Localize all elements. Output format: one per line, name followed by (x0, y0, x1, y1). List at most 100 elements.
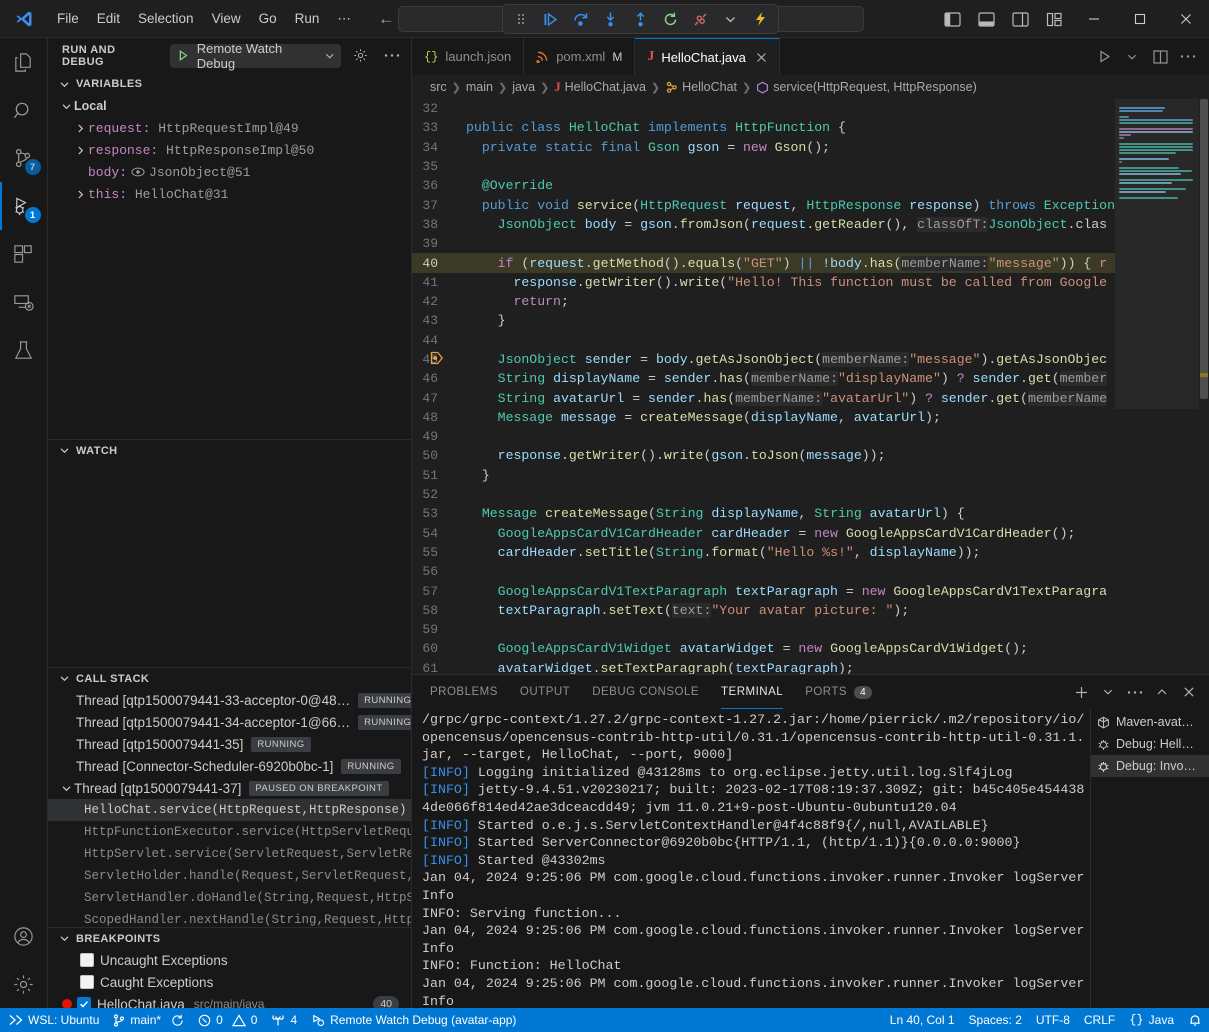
code-line[interactable]: 46 String displayName = sender.has(membe… (412, 369, 1115, 388)
variable-row-body[interactable]: body: JsonObject@51 (48, 161, 411, 183)
activitybar-item-explorer[interactable] (0, 38, 48, 86)
minimap-slider[interactable] (1115, 99, 1199, 409)
activitybar-item-testing[interactable] (0, 326, 48, 374)
run-icon[interactable] (1091, 44, 1117, 70)
code-line[interactable]: 33public class HelloChat implements Http… (412, 118, 1115, 137)
maximize-panel-chevron-up-icon[interactable] (1150, 680, 1174, 704)
status-notifications-bell-icon[interactable] (1181, 1008, 1209, 1032)
status-indentation[interactable]: Spaces: 2 (962, 1008, 1029, 1032)
breakpoints-section-header[interactable]: BREAKPOINTS (48, 927, 411, 949)
code-line[interactable]: 50 response.getWriter().write(gson.toJso… (412, 446, 1115, 465)
activitybar-item-run-and-debug[interactable]: 1 (0, 182, 48, 230)
code-line[interactable]: 39 (412, 234, 1115, 253)
code-line[interactable]: 58 textParagraph.setText(text:"Your avat… (412, 601, 1115, 620)
chevron-down-icon[interactable] (1096, 680, 1120, 704)
code-editor[interactable]: 3233public class HelloChat implements Ht… (412, 99, 1209, 674)
terminal-instance-debug-hello[interactable]: Debug: Hell… (1091, 733, 1209, 755)
code-line[interactable]: 60 GoogleAppsCardV1Widget avatarWidget =… (412, 639, 1115, 658)
code-line[interactable]: 34 private static final Gson gson = new … (412, 138, 1115, 157)
callstack-thread-paused[interactable]: Thread [qtp1500079441-37] PAUSED ON BREA… (48, 777, 411, 799)
panel-tab-problems[interactable]: PROBLEMS (430, 675, 498, 709)
status-encoding[interactable]: UTF-8 (1029, 1008, 1077, 1032)
terminal-instance-maven[interactable]: Maven-avat… (1091, 711, 1209, 733)
callstack-frame[interactable]: HttpFunctionExecutor.service(HttpServlet… (48, 821, 411, 843)
step-into-icon[interactable] (602, 11, 619, 28)
code-lines-container[interactable]: 3233public class HelloChat implements Ht… (412, 99, 1115, 674)
code-line[interactable]: 54 GoogleAppsCardV1CardHeader cardHeader… (412, 524, 1115, 543)
variables-section-header[interactable]: VARIABLES (48, 73, 411, 95)
ellipsis-icon[interactable] (1175, 44, 1201, 70)
callstack-frame[interactable]: ScopedHandler.nextHandle(String,Request,… (48, 909, 411, 927)
editor-scrollbar[interactable] (1199, 99, 1209, 674)
code-line[interactable]: 43 } (412, 311, 1115, 330)
step-over-icon[interactable] (572, 11, 589, 28)
minimap[interactable] (1115, 99, 1199, 674)
breadcrumb-item-method[interactable]: service(HttpRequest, HttpResponse) (756, 80, 977, 94)
debug-settings-gear-icon[interactable] (349, 44, 372, 68)
code-line[interactable]: 35 (412, 157, 1115, 176)
code-line[interactable]: 53 Message createMessage(String displayN… (412, 504, 1115, 523)
code-line[interactable]: 45 JsonObject sender = body.getAsJsonObj… (412, 350, 1115, 369)
terminal-instance-debug-invoker[interactable]: Debug: Invo… (1091, 755, 1209, 777)
callstack-thread[interactable]: Thread [qtp1500079441-35] RUNNING (48, 733, 411, 755)
toggle-secondary-sidebar-icon[interactable] (1003, 0, 1037, 38)
activitybar-item-accounts[interactable] (0, 912, 48, 960)
close-panel-icon[interactable] (1177, 680, 1201, 704)
breakpoint-caught-exceptions[interactable]: Caught Exceptions (48, 971, 411, 993)
callstack-thread[interactable]: Thread [qtp1500079441-33-acceptor-0@48… … (48, 689, 411, 711)
continue-icon[interactable] (542, 11, 559, 28)
status-eol[interactable]: CRLF (1077, 1008, 1122, 1032)
breadcrumb-item-src[interactable]: src (430, 80, 447, 94)
menu-selection[interactable]: Selection (129, 8, 203, 29)
restart-icon[interactable] (662, 11, 679, 28)
close-icon[interactable] (756, 52, 767, 63)
status-debug-session[interactable]: Remote Watch Debug (avatar-app) (304, 1008, 523, 1032)
toggle-primary-sidebar-icon[interactable] (935, 0, 969, 38)
scrollbar-thumb[interactable] (1200, 99, 1208, 399)
minimize-icon[interactable] (1071, 0, 1117, 38)
breadcrumb-item-class[interactable]: HelloChat (665, 80, 737, 94)
status-problems[interactable]: 0 0 (191, 1008, 264, 1032)
code-line[interactable]: 52 (412, 485, 1115, 504)
status-remote-wsl[interactable]: WSL: Ubuntu (0, 1008, 106, 1032)
variable-row-this[interactable]: this: HelloChat@31 (48, 183, 411, 205)
chevron-down-icon[interactable] (722, 11, 739, 28)
menu-run[interactable]: Run (286, 8, 329, 29)
code-line[interactable]: 41 response.getWriter().write("Hello! Th… (412, 273, 1115, 292)
callstack-frame[interactable]: ServletHandler.doHandle(String,Request,H… (48, 887, 411, 909)
callstack-frame[interactable]: HelloChat.service(HttpRequest,HttpRespon… (48, 799, 411, 821)
code-line[interactable]: 49 (412, 427, 1115, 446)
status-git-branch[interactable]: main* (106, 1008, 191, 1032)
editor-tab-hellochat-java[interactable]: J HelloChat.java (635, 38, 780, 75)
breadcrumb-item-java[interactable]: java (512, 80, 535, 94)
step-out-icon[interactable] (632, 11, 649, 28)
split-editor-icon[interactable] (1147, 44, 1173, 70)
terminal-output[interactable]: /grpc/grpc-context/1.27.2/grpc-context-1… (412, 709, 1090, 1008)
checkbox[interactable] (80, 975, 94, 989)
maximize-icon[interactable] (1117, 0, 1163, 38)
eye-icon[interactable] (131, 167, 145, 177)
callstack-frame[interactable]: HttpServlet.service(ServletRequest,Servl… (48, 843, 411, 865)
code-line[interactable]: 48 Message message = createMessage(displ… (412, 408, 1115, 427)
code-line[interactable]: 61 avatarWidget.setTextParagraph(textPar… (412, 659, 1115, 674)
activitybar-item-source-control[interactable]: 7 (0, 134, 48, 182)
callstack-section-header[interactable]: CALL STACK (48, 667, 411, 689)
arrow-left-icon[interactable]: ← (378, 10, 395, 27)
code-scroll[interactable]: 3233public class HelloChat implements Ht… (412, 99, 1115, 674)
add-terminal-icon[interactable] (1069, 680, 1093, 704)
callstack-thread[interactable]: Thread [qtp1500079441-34-acceptor-1@66… … (48, 711, 411, 733)
code-line[interactable]: 55 cardHeader.setTitle(String.format("He… (412, 543, 1115, 562)
code-line[interactable]: 59 (412, 620, 1115, 639)
panel-tab-terminal[interactable]: TERMINAL (721, 675, 783, 709)
callstack-frame[interactable]: ServletHolder.handle(Request,ServletRequ… (48, 865, 411, 887)
activitybar-item-search[interactable] (0, 86, 48, 134)
variable-row-request[interactable]: request: HttpRequestImpl@49 (48, 117, 411, 139)
checkbox[interactable] (80, 953, 94, 967)
menu-view[interactable]: View (203, 8, 250, 29)
code-line[interactable]: 42 return; (412, 292, 1115, 311)
activitybar-item-manage-gear-icon[interactable] (0, 960, 48, 1008)
callstack-thread[interactable]: Thread [Connector-Scheduler-6920b0bc-1] … (48, 755, 411, 777)
editor-tab-pom-xml[interactable]: pom.xml M (524, 38, 635, 75)
disconnect-icon[interactable] (692, 11, 709, 28)
hot-reload-icon[interactable] (752, 11, 769, 28)
